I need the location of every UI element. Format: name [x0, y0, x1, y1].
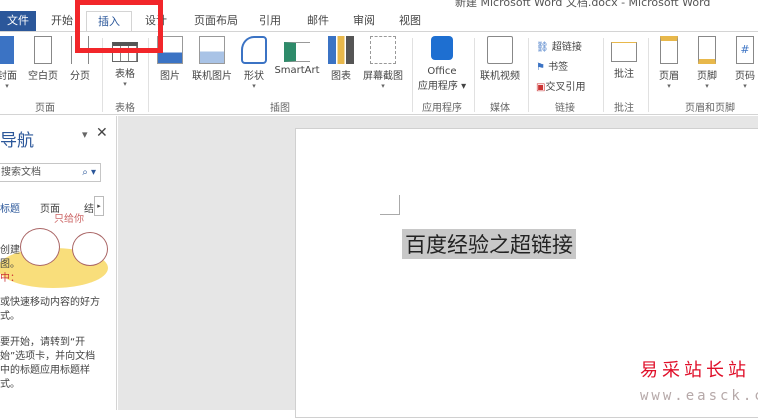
- group-label-illustrations: 插图: [270, 103, 290, 114]
- tab-review[interactable]: 审阅: [346, 11, 382, 31]
- shapes-icon: [241, 36, 267, 64]
- chart-icon: [328, 36, 354, 64]
- comment-button[interactable]: 批注: [606, 36, 642, 80]
- cross-reference-button[interactable]: ▣交叉引用: [536, 78, 585, 93]
- tab-file[interactable]: 文件: [0, 11, 36, 31]
- page-number-icon: #: [736, 36, 754, 64]
- smartart-button[interactable]: SmartArt: [272, 36, 322, 76]
- cover-button[interactable]: 封面 ▾: [0, 36, 22, 90]
- office-apps-icon: [431, 36, 453, 60]
- search-input[interactable]: 搜索文档 ⌕ ▾: [0, 163, 101, 182]
- navigation-pane: 导航 ▾ ✕ 搜索文档 ⌕ ▾ 标题 页面 结 ▸ 只给你 创建 图。 中： 或快…: [0, 116, 117, 410]
- new-comment-icon: [611, 42, 637, 62]
- highlight-box: [75, 0, 163, 53]
- online-pictures-button[interactable]: 联机图片: [188, 36, 236, 82]
- chart-button[interactable]: 图表: [326, 36, 356, 82]
- smartart-icon: [284, 42, 310, 62]
- blank-page-button[interactable]: 空白页: [26, 36, 60, 82]
- group-label-comments: 批注: [614, 103, 634, 114]
- hyperlink-icon: ⛓: [536, 42, 549, 53]
- selected-text[interactable]: 百度经验之超链接: [402, 229, 576, 259]
- blank-page-icon: [34, 36, 52, 64]
- shapes-button[interactable]: 形状 ▾: [238, 36, 270, 90]
- hyperlink-button[interactable]: ⛓ 超链接: [536, 38, 582, 53]
- footer-icon: [698, 36, 716, 64]
- group-label-apps: 应用程序: [422, 103, 462, 114]
- window-title: 新建 Microsoft Word 文档.docx - Microsoft Wo…: [455, 0, 711, 9]
- search-icon[interactable]: ⌕ ▾: [82, 164, 96, 181]
- tab-view[interactable]: 视图: [392, 11, 428, 31]
- online-video-button[interactable]: 联机视频: [476, 36, 524, 82]
- page-number-button[interactable]: # 页码 ▾: [728, 36, 758, 90]
- cover-page-icon: [0, 36, 14, 64]
- bookmark-flag-icon: ⚑: [536, 62, 545, 73]
- office-apps-button[interactable]: Office 应用程序 ▾: [414, 36, 470, 92]
- margin-marker: [380, 195, 400, 215]
- online-video-icon: [487, 36, 513, 64]
- group-label-tables: 表格: [115, 103, 135, 114]
- group-label-pages: 页面: [35, 103, 55, 114]
- group-label-header-footer: 页眉和页脚: [685, 103, 735, 114]
- nav-title: 导航: [0, 131, 34, 151]
- watermark-logo: 易采站长站: [640, 360, 750, 381]
- close-icon[interactable]: ✕: [96, 125, 108, 141]
- tab-page-layout[interactable]: 页面布局: [186, 11, 246, 31]
- watermark-url: www.easck.com: [640, 388, 758, 404]
- tab-references[interactable]: 引用: [252, 11, 288, 31]
- header-button[interactable]: 页眉 ▾: [652, 36, 686, 90]
- screenshot-button[interactable]: 屏幕截图 ▾: [358, 36, 408, 90]
- online-picture-icon: [199, 36, 225, 64]
- nav-options-icon[interactable]: ▾: [82, 128, 88, 141]
- group-label-links: 链接: [555, 103, 575, 114]
- bookmark-button[interactable]: ⚑ 书签: [536, 58, 568, 73]
- nav-tab-headings[interactable]: 标题: [0, 200, 20, 215]
- footer-button[interactable]: 页脚 ▾: [690, 36, 724, 90]
- group-label-media: 媒体: [490, 103, 510, 114]
- screenshot-icon: [370, 36, 396, 64]
- tab-mailings[interactable]: 邮件: [300, 11, 336, 31]
- header-icon: [660, 36, 678, 64]
